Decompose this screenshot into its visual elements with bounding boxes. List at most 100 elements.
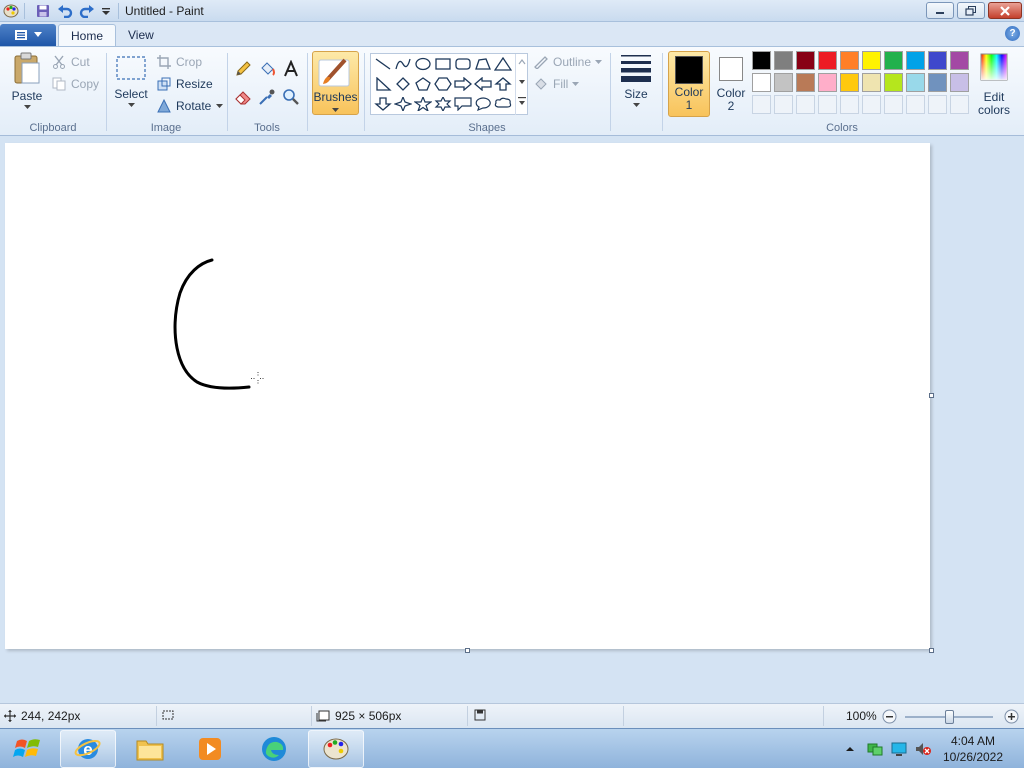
help-icon[interactable]: ? [1005, 26, 1020, 41]
left-arrow-shape-icon[interactable] [473, 75, 493, 93]
palette-custom-color-slot[interactable] [884, 95, 903, 114]
six-point-star-shape-icon[interactable] [433, 95, 453, 113]
cloud-callout-shape-icon[interactable] [493, 95, 513, 113]
palette-color-swatch[interactable] [928, 73, 947, 92]
down-arrow-shape-icon[interactable] [373, 95, 393, 113]
palette-color-swatch[interactable] [840, 73, 859, 92]
show-hidden-icons-button[interactable] [842, 741, 858, 757]
network-tray-icon[interactable] [866, 740, 884, 758]
save-icon[interactable] [34, 2, 52, 20]
pencil-icon[interactable] [233, 59, 253, 79]
oval-callout-shape-icon[interactable] [473, 95, 493, 113]
palette-custom-color-slot[interactable] [774, 95, 793, 114]
oval-shape-icon[interactable] [413, 55, 433, 73]
line-shape-icon[interactable] [373, 55, 393, 73]
palette-color-swatch[interactable] [840, 51, 859, 70]
pentagon-shape-icon[interactable] [413, 75, 433, 93]
taskbar-internet-explorer[interactable]: e [60, 730, 116, 768]
palette-custom-color-slot[interactable] [862, 95, 881, 114]
palette-color-swatch[interactable] [752, 51, 771, 70]
palette-color-swatch[interactable] [950, 51, 969, 70]
display-tray-icon[interactable] [890, 740, 908, 758]
zoom-slider-thumb[interactable] [944, 710, 954, 724]
edit-colors-button[interactable]: Edit colors [976, 51, 1012, 117]
taskbar-edge[interactable] [246, 730, 302, 768]
color1-button[interactable]: Color 1 [668, 51, 710, 117]
resize-handle-right[interactable] [929, 393, 934, 398]
resize-handle-corner[interactable] [929, 648, 934, 653]
outline-button[interactable]: Outline [533, 53, 603, 71]
rectangle-shape-icon[interactable] [433, 55, 453, 73]
palette-custom-color-slot[interactable] [752, 95, 771, 114]
five-point-star-shape-icon[interactable] [413, 95, 433, 113]
zoom-in-button[interactable] [1004, 709, 1019, 724]
palette-color-swatch[interactable] [818, 51, 837, 70]
color2-button[interactable]: Color 2 [713, 51, 749, 117]
tab-view[interactable]: View [116, 24, 166, 46]
triangle-shape-icon[interactable] [493, 55, 513, 73]
right-arrow-shape-icon[interactable] [453, 75, 473, 93]
palette-custom-color-slot[interactable] [840, 95, 859, 114]
palette-color-swatch[interactable] [752, 73, 771, 92]
four-point-star-shape-icon[interactable] [393, 95, 413, 113]
eraser-icon[interactable] [233, 87, 253, 107]
resize-button[interactable]: Resize [157, 75, 213, 93]
system-clock[interactable]: 4:04 AM 10/26/2022 [940, 733, 1006, 765]
paint-app-icon[interactable] [2, 2, 20, 20]
palette-color-swatch[interactable] [862, 73, 881, 92]
up-arrow-shape-icon[interactable] [493, 75, 513, 93]
undo-icon[interactable] [56, 2, 74, 20]
palette-custom-color-slot[interactable] [796, 95, 815, 114]
palette-color-swatch[interactable] [774, 51, 793, 70]
resize-handle-bottom[interactable] [465, 648, 470, 653]
palette-color-swatch[interactable] [950, 73, 969, 92]
color-picker-icon[interactable] [257, 87, 277, 107]
palette-color-swatch[interactable] [774, 73, 793, 92]
rectangular-callout-shape-icon[interactable] [453, 95, 473, 113]
curve-shape-icon[interactable] [393, 55, 413, 73]
cut-button[interactable]: Cut [52, 53, 90, 71]
copy-button[interactable]: Copy [52, 75, 99, 93]
palette-color-swatch[interactable] [906, 73, 925, 92]
rotate-button[interactable]: Rotate [157, 97, 224, 115]
volume-muted-tray-icon[interactable] [914, 740, 932, 758]
hexagon-shape-icon[interactable] [433, 75, 453, 93]
select-button[interactable]: Select [112, 55, 150, 115]
palette-color-swatch[interactable] [796, 73, 815, 92]
palette-custom-color-slot[interactable] [950, 95, 969, 114]
palette-color-swatch[interactable] [884, 51, 903, 70]
minimize-button[interactable] [926, 2, 954, 19]
palette-color-swatch[interactable] [906, 51, 925, 70]
palette-custom-color-slot[interactable] [906, 95, 925, 114]
palette-custom-color-slot[interactable] [818, 95, 837, 114]
palette-color-swatch[interactable] [862, 51, 881, 70]
customize-quick-access-icon[interactable] [99, 2, 113, 20]
palette-color-swatch[interactable] [928, 51, 947, 70]
size-button[interactable]: Size [617, 53, 655, 117]
taskbar-file-explorer[interactable] [122, 730, 178, 768]
drawing-canvas[interactable] [5, 143, 930, 649]
tab-home[interactable]: Home [58, 24, 117, 46]
palette-color-swatch[interactable] [884, 73, 903, 92]
palette-color-swatch[interactable] [796, 51, 815, 70]
right-triangle-shape-icon[interactable] [373, 75, 393, 93]
start-button[interactable] [0, 730, 56, 768]
restore-button[interactable] [957, 2, 985, 19]
rounded-rectangle-shape-icon[interactable] [453, 55, 473, 73]
text-tool-icon[interactable] [281, 59, 301, 79]
taskbar-media-player[interactable] [182, 730, 238, 768]
fill-button[interactable]: Fill [533, 75, 580, 93]
taskbar-paint[interactable] [308, 730, 364, 768]
zoom-slider[interactable] [905, 710, 995, 724]
polygon-shape-icon[interactable] [473, 55, 493, 73]
shapes-gallery-scroll[interactable] [515, 54, 528, 115]
fill-bucket-icon[interactable] [257, 59, 277, 79]
palette-custom-color-slot[interactable] [928, 95, 947, 114]
crop-button[interactable]: Crop [157, 53, 202, 71]
brushes-button[interactable]: Brushes [312, 51, 359, 115]
close-button[interactable] [988, 2, 1022, 19]
palette-color-swatch[interactable] [818, 73, 837, 92]
paste-button[interactable]: Paste [8, 51, 46, 117]
magnifier-icon[interactable] [281, 87, 301, 107]
zoom-out-button[interactable] [882, 709, 897, 724]
